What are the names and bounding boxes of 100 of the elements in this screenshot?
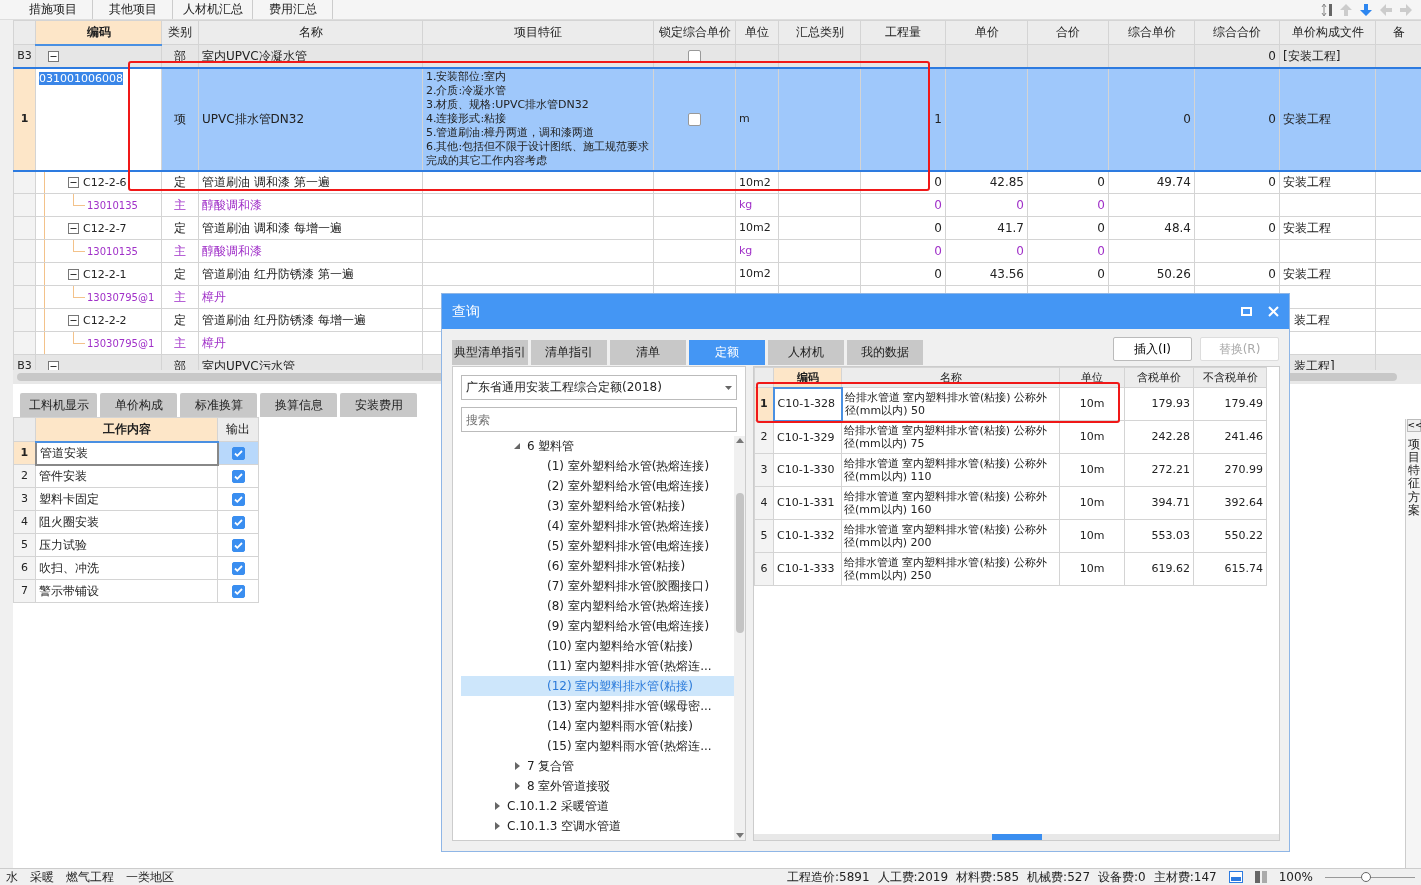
column-header[interactable]: 汇总类别 (778, 20, 861, 45)
column-header[interactable]: 工程量 (860, 20, 946, 45)
tree-item[interactable]: (10) 室内塑料给水管(粘接) (461, 636, 734, 656)
status-text[interactable]: 采暖 (30, 869, 54, 885)
down-arrow-icon[interactable] (1359, 2, 1373, 17)
column-header[interactable]: 综合单价 (1108, 20, 1195, 45)
checkbox[interactable] (231, 446, 245, 460)
table-cell: 0 (860, 193, 946, 217)
checkbox[interactable] (231, 469, 245, 483)
sort-icon[interactable] (1321, 2, 1333, 17)
tree-item[interactable]: 6 塑料管 (461, 436, 734, 456)
row-number: 3 (754, 453, 774, 487)
collapse-icon[interactable] (68, 314, 79, 326)
collapse-icon[interactable] (68, 222, 79, 234)
table-cell: 42.85 (945, 170, 1028, 194)
collapsed-icon[interactable] (513, 762, 521, 770)
tree-item[interactable]: (15) 室内塑料雨水管(热熔连... (461, 736, 734, 756)
tab[interactable]: 人材机 (768, 340, 844, 365)
column-header[interactable]: 单位 (735, 20, 779, 45)
table-cell: 定 (161, 216, 199, 240)
layout-icon[interactable] (1228, 871, 1243, 883)
collapse-button[interactable]: << (1406, 419, 1421, 432)
tab[interactable]: 标准换算 (180, 393, 257, 417)
table-cell: 给排水管道 室内塑料排水管(粘接) 公称外径(mm以内) 110 (841, 453, 1060, 487)
row-number: 5 (754, 519, 774, 553)
column-header[interactable]: 备 (1375, 20, 1421, 45)
checkbox[interactable] (231, 584, 245, 598)
expanded-icon[interactable] (513, 442, 521, 450)
tree-item[interactable]: 8 室外管道接驳 (461, 776, 734, 796)
checkbox[interactable] (231, 515, 245, 529)
tree-item[interactable]: (3) 室外塑料给水管(粘接) (461, 496, 734, 516)
close-icon[interactable] (1268, 306, 1279, 317)
tab[interactable]: 措施项目 (13, 0, 93, 19)
tab[interactable]: 费用汇总 (253, 0, 333, 19)
tree-item[interactable]: (7) 室外塑料排水管(胶圈接口) (461, 576, 734, 596)
collapsed-icon[interactable] (493, 802, 501, 810)
scrollbar[interactable] (754, 834, 1279, 840)
collapse-icon[interactable] (48, 360, 59, 370)
tab[interactable]: 安装费用 (340, 393, 417, 417)
column-header[interactable]: 类别 (161, 20, 199, 45)
tree-item[interactable]: C.10.1.2 采暖管道 (461, 796, 734, 816)
tab[interactable]: 工料机显示 (20, 393, 97, 417)
columns-icon[interactable] (1254, 871, 1267, 883)
tree-item[interactable]: (12) 室内塑料排水管(粘接) (461, 676, 734, 696)
maximize-icon[interactable] (1241, 307, 1252, 316)
column-header[interactable]: 输出 (217, 417, 259, 442)
row-number: 2 (13, 464, 36, 488)
library-dropdown[interactable]: 广东省通用安装工程综合定额(2018) (461, 375, 737, 400)
search-field[interactable]: 搜索 (461, 407, 737, 432)
tab[interactable]: 换算信息 (260, 393, 337, 417)
tree-item[interactable]: (4) 室外塑料排水管(热熔连接) (461, 516, 734, 536)
checkbox[interactable] (231, 538, 245, 552)
scroll-down-icon[interactable] (735, 833, 744, 838)
status-text[interactable]: 一类地区 (126, 869, 174, 885)
column-header[interactable]: 综合合价 (1194, 20, 1280, 45)
dialog-title: 查询 (452, 303, 480, 320)
tree-item[interactable]: (2) 室外塑料给水管(电熔连接) (461, 476, 734, 496)
collapse-icon[interactable] (68, 268, 79, 280)
checkbox[interactable] (231, 561, 245, 575)
row-number: 2 (754, 420, 774, 454)
tab[interactable]: 我的数据 (847, 340, 923, 365)
scrollbar[interactable] (734, 436, 745, 840)
column-header[interactable]: 锁定综合单价 (653, 20, 736, 45)
column-header[interactable]: 含税单价 (1124, 367, 1194, 388)
tree-item[interactable]: 7 复合管 (461, 756, 734, 776)
tree-item[interactable]: C.10.1.3 空调水管道 (461, 816, 734, 836)
tab[interactable]: 清单 (610, 340, 686, 365)
tree-item[interactable]: (6) 室外塑料排水管(粘接) (461, 556, 734, 576)
tree-item[interactable]: (5) 室外塑料排水管(电熔连接) (461, 536, 734, 556)
tab[interactable]: 人材机汇总 (173, 0, 253, 19)
tree-item[interactable]: (11) 室内塑料排水管(热熔连... (461, 656, 734, 676)
column-header[interactable]: 不含税单价 (1193, 367, 1267, 388)
tab[interactable]: 其他项目 (93, 0, 173, 19)
collapsed-icon[interactable] (513, 782, 521, 790)
column-header[interactable]: 单价构成文件 (1279, 20, 1376, 45)
column-header[interactable]: 合价 (1027, 20, 1109, 45)
tab[interactable]: 典型清单指引 (452, 340, 528, 365)
status-text[interactable]: 燃气工程 (66, 869, 114, 885)
action-button[interactable]: 插入(I) (1113, 337, 1192, 361)
checkbox[interactable] (231, 492, 245, 506)
collapse-icon[interactable] (48, 50, 59, 62)
checkbox[interactable] (688, 112, 701, 126)
tree-item[interactable]: (14) 室内塑料雨水管(粘接) (461, 716, 734, 736)
scroll-up-icon[interactable] (735, 438, 744, 443)
tab[interactable]: 清单指引 (531, 340, 607, 365)
tab[interactable]: 单价构成 (100, 393, 177, 417)
collapse-icon[interactable] (68, 177, 79, 189)
tree-item[interactable]: (8) 室内塑料给水管(热熔连接) (461, 596, 734, 616)
collapsed-icon[interactable] (493, 822, 501, 830)
column-header[interactable]: 项目特征 (422, 20, 654, 45)
column-header[interactable]: 单价 (945, 20, 1028, 45)
slider-thumb[interactable] (1361, 872, 1371, 882)
tree-item[interactable]: (9) 室内塑料给水管(电熔连接) (461, 616, 734, 636)
table-cell: 主 (161, 239, 199, 263)
tree-item[interactable]: (13) 室内塑料排水管(螺母密... (461, 696, 734, 716)
tree-item[interactable]: (1) 室外塑料给水管(热熔连接) (461, 456, 734, 476)
column-header[interactable]: 名称 (198, 20, 423, 45)
column-header[interactable]: 工作内容 (35, 417, 218, 442)
status-text[interactable]: 水 (6, 869, 18, 885)
column-header[interactable]: 编码 (35, 20, 162, 45)
